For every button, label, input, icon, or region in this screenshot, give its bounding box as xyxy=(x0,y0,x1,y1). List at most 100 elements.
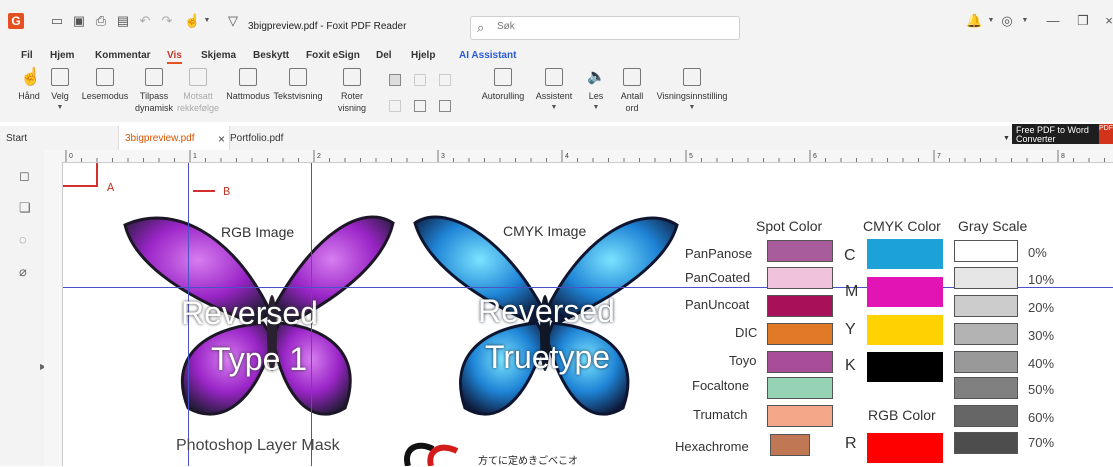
text-view-button[interactable]: Tekstvisning xyxy=(272,68,324,102)
word-count-button[interactable]: Antall ord xyxy=(616,68,648,114)
new-doc-icon[interactable]: ▤ xyxy=(116,14,130,28)
speaker-icon: 🔈 xyxy=(587,68,606,85)
facing-icon[interactable] xyxy=(389,100,401,112)
night-mode-button[interactable]: Nattmodus xyxy=(224,68,272,102)
search-input[interactable] xyxy=(495,20,729,33)
tab-start[interactable]: Start xyxy=(6,126,106,150)
rotate-label-1: Roter xyxy=(340,91,363,101)
menu-foxit-esign[interactable]: Foxit eSign xyxy=(306,50,360,61)
cmyk-letter: M xyxy=(845,283,859,300)
customize-icon[interactable]: ▽ xyxy=(226,14,240,28)
menu-hjem[interactable]: Hjem xyxy=(50,50,74,61)
grid-icon[interactable] xyxy=(439,100,451,112)
search-icon: ⌕ xyxy=(477,20,485,35)
attachment-icon[interactable]: ⌀ xyxy=(19,264,27,280)
gray-swatch xyxy=(954,323,1018,345)
gray-pct: 60% xyxy=(1028,410,1055,425)
chevron-down-icon[interactable]: ▼ xyxy=(200,14,214,28)
spot-name: PanUncoat xyxy=(685,297,750,312)
cmyk-letter: Y xyxy=(845,321,856,338)
spot-name: DIC xyxy=(735,325,758,340)
rgb-image-label: RGB Image xyxy=(221,224,295,240)
chevron-down-icon[interactable]: ▼ xyxy=(1018,14,1032,28)
menu-fil[interactable]: Fil xyxy=(21,50,33,61)
view-settings-button[interactable]: Visningsinnstilling ▼ xyxy=(654,68,730,114)
menu-vis[interactable]: Vis xyxy=(167,50,182,64)
cmyk-reversed-text: Reversed xyxy=(478,293,615,329)
menu-del[interactable]: Del xyxy=(376,50,392,61)
ruler-label: 6 xyxy=(813,153,817,160)
undo-icon[interactable]: ↶ xyxy=(138,14,152,28)
annotation-b-label: B xyxy=(223,185,231,199)
select-label: Velg xyxy=(51,91,69,101)
comments-icon[interactable]: ◌ xyxy=(19,232,27,247)
chevron-down-icon[interactable]: ▼ xyxy=(984,14,998,28)
autoscroll-label: Autorulling xyxy=(481,91,525,101)
minimize-icon[interactable]: — xyxy=(1046,14,1060,28)
hand-tool-quick-icon[interactable]: ☝ xyxy=(184,14,200,28)
rotate-view-button[interactable]: Roter visning xyxy=(332,68,372,114)
ruler-label: 1 xyxy=(193,153,197,160)
restore-icon[interactable]: ❐ xyxy=(1076,14,1090,28)
gray-swatch xyxy=(954,351,1018,373)
open-folder-icon[interactable]: ▭ xyxy=(50,14,64,28)
fit-dynamic-icon xyxy=(145,68,163,86)
single-page-icon[interactable] xyxy=(389,74,401,86)
gray-pct: 30% xyxy=(1028,328,1055,343)
close-tab-icon[interactable]: × xyxy=(218,126,225,152)
bell-icon[interactable]: 🔔 xyxy=(966,14,982,28)
close-icon[interactable]: × xyxy=(1102,14,1113,28)
hand-button[interactable]: ☝ Hånd xyxy=(14,68,44,102)
search-box[interactable]: ⌕ xyxy=(470,16,740,40)
tab-3bigpreview[interactable]: 3bigpreview.pdf × xyxy=(118,126,230,150)
pdf-badge: PDF xyxy=(1099,124,1113,144)
title-bar: G ▭ ▣ ⎙ ▤ ↶ ↷ ☝ ▼ ▽ 3bigpreview.pdf - Fo… xyxy=(0,0,1113,44)
two-page-icon[interactable] xyxy=(414,74,426,86)
window-title: 3bigpreview.pdf - Foxit PDF Reader xyxy=(248,21,407,32)
spot-name: Focaltone xyxy=(692,378,750,393)
rotate-label-2: visning xyxy=(337,103,366,113)
promo-banner[interactable]: Free PDF to Word Converter PDF xyxy=(1012,124,1113,144)
fit-dynamic-label-1: Tilpass xyxy=(139,91,169,101)
reading-mode-icon xyxy=(96,68,114,86)
menu-kommentar[interactable]: Kommentar xyxy=(95,50,151,61)
foxit-logo-icon: G xyxy=(8,13,24,29)
rgb-reversed-text: Reversed xyxy=(181,295,318,331)
reading-mode-button[interactable]: Lesemodus xyxy=(80,68,130,102)
text-view-label: Tekstvisning xyxy=(273,91,323,101)
menu-hjelp[interactable]: Hjelp xyxy=(411,50,435,61)
rgb-color-heading: RGB Color xyxy=(868,407,936,423)
assistant-button[interactable]: Assistent ▼ xyxy=(535,68,573,114)
read-aloud-button[interactable]: 🔈 Les ▼ xyxy=(584,68,608,114)
spot-swatch xyxy=(767,323,833,345)
continuous-icon[interactable] xyxy=(439,74,451,86)
gray-swatch xyxy=(954,240,1018,262)
autoscroll-button[interactable]: Autorulling xyxy=(480,68,526,102)
tab-portfolio[interactable]: Portfolio.pdf xyxy=(226,126,330,150)
cmyk-swatch xyxy=(867,352,943,382)
redo-icon[interactable]: ↷ xyxy=(160,14,174,28)
gray-swatch xyxy=(954,267,1018,289)
save-icon[interactable]: ▣ xyxy=(72,14,86,28)
print-icon[interactable]: ⎙ xyxy=(94,14,108,28)
account-icon[interactable]: ◎ xyxy=(1000,14,1014,28)
ruler-label: 8 xyxy=(1061,153,1065,160)
ruler-ticks: 0 1 2 3 4 5 6 7 8 xyxy=(65,150,1105,162)
menu-skjema[interactable]: Skjema xyxy=(201,50,236,61)
spot-swatch xyxy=(767,405,833,427)
fit-dynamic-button[interactable]: Tilpass dynamisk xyxy=(132,68,176,114)
select-text-icon xyxy=(51,68,69,86)
menu-bar: Fil Hjem Kommentar Vis Skjema Beskytt Fo… xyxy=(0,44,1113,66)
gray-swatch xyxy=(954,405,1018,427)
split-icon[interactable] xyxy=(414,100,426,112)
select-button[interactable]: Velg ▼ xyxy=(46,68,74,114)
pages-icon[interactable]: ❏ xyxy=(19,200,31,216)
chevron-down-icon: ▼ xyxy=(56,104,64,111)
bookmark-icon[interactable]: ◻ xyxy=(19,168,30,184)
tab-list-chevron-icon[interactable]: ▼ xyxy=(1003,126,1010,150)
menu-ai-assistant[interactable]: AI Assistant xyxy=(459,50,516,61)
menu-beskytt[interactable]: Beskytt xyxy=(253,50,289,61)
reverse-order-button[interactable]: Motsatt rekkefølge xyxy=(176,68,220,114)
left-navigation-panel: ◻ ❏ ◌ ⌀ ▶ xyxy=(0,150,46,466)
cmyk-swatch xyxy=(867,315,943,345)
